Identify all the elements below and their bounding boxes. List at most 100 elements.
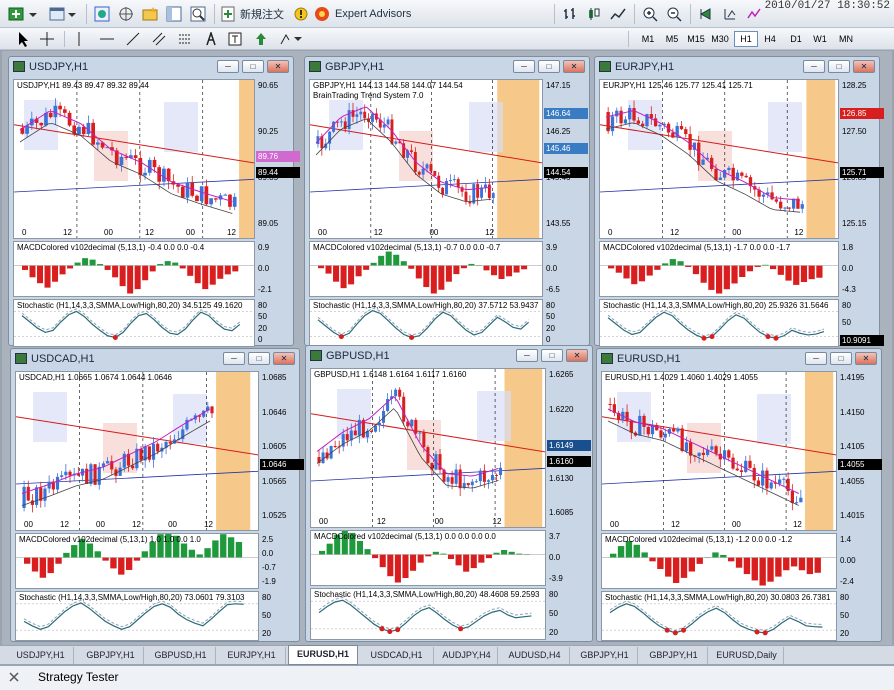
candle-body (697, 452, 701, 457)
auto-scroll-button[interactable] (696, 4, 716, 24)
stochastic-pane[interactable]: Stochastic (H1,14,3,3,SMMA,Low/High,80,2… (599, 299, 839, 347)
minimize-button[interactable]: ─ (513, 60, 535, 73)
stochastic-pane[interactable]: Stochastic (H1,14,3,3,SMMA,Low/High,80,2… (15, 591, 259, 641)
tab-usdjpy-h1[interactable]: USDJPY,H1 (8, 647, 74, 664)
stochastic-pane[interactable]: Stochastic (H1,14,3,3,SMMA,Low/High,80,2… (310, 588, 546, 640)
macd-bar (29, 265, 36, 278)
macd-pane[interactable]: MACDColored v102decimal (5,13,1) -0.7 0.… (309, 241, 543, 297)
timeframe-d1-button[interactable]: D1 (784, 31, 808, 47)
vertical-line-button[interactable] (70, 29, 88, 49)
macd-pane[interactable]: MACDColored v102decimal (5,13,1) -1.7 0.… (599, 241, 839, 297)
tab-audusd-h4[interactable]: AUDUSD,H4 (500, 647, 570, 664)
minimize-button[interactable]: ─ (805, 352, 827, 365)
timeframe-w1-button[interactable]: W1 (808, 31, 832, 47)
tab-eurjpy-h1[interactable]: EURJPY,H1 (218, 647, 286, 664)
timeframe-m1-button[interactable]: M1 (636, 31, 660, 47)
chart-window-gbpjpy-h1[interactable]: GBPJPY,H1 ─ □ ✕ GBPJPY,H1 144.13 144.58 144.… (304, 56, 590, 347)
bar-chart-button[interactable] (560, 4, 580, 24)
arrows-button[interactable] (252, 29, 270, 49)
tab-eurusd-daily[interactable]: EURUSD,Daily (710, 647, 784, 664)
line-chart-button[interactable] (608, 4, 628, 24)
timeframe-m15-button[interactable]: M15 (684, 31, 708, 47)
label-button[interactable] (226, 29, 244, 49)
tester-button[interactable] (188, 4, 208, 24)
chart-window-gbpusd-h1[interactable]: GBPUSD,H1 ─ □ ✕ GBPUSD,H1 1.6148 1.6164 1.61… (305, 345, 593, 642)
zoom-in-button[interactable] (640, 4, 660, 24)
tab-gbpjpy-h1[interactable]: GBPJPY,H1 (78, 647, 144, 664)
new-order-button[interactable]: 新規注文 (220, 4, 288, 24)
chart-shift-button[interactable] (720, 4, 740, 24)
maximize-button[interactable]: □ (828, 60, 850, 73)
price-pane[interactable]: EURJPY,H1 125.46 125.77 125.41 125.71 0 12… (599, 79, 839, 239)
stochastic-main-line (607, 311, 825, 339)
close-window-button[interactable]: ✕ (563, 60, 585, 73)
tab-usdcad-h1[interactable]: USDCAD,H1 (360, 647, 434, 664)
chart-window-usdjpy-h1[interactable]: USDJPY,H1 ─ □ ✕ USDJPY,H1 89.43 89.47 89.32 … (8, 56, 300, 347)
stochastic-pane[interactable]: Stochastic (H1,14,3,3,SMMA,Low/High,80,2… (13, 299, 255, 347)
tab-gbpusd-h1[interactable]: GBPUSD,H1 (146, 647, 216, 664)
timeframe-m5-button[interactable]: M5 (660, 31, 684, 47)
close-window-button[interactable]: ✕ (853, 60, 875, 73)
line-chart-icon (610, 8, 626, 20)
indicators-button[interactable] (744, 4, 764, 24)
fibonacci-button[interactable] (176, 29, 194, 49)
close-window-button[interactable]: ✕ (273, 352, 295, 365)
favorites-button[interactable] (140, 4, 160, 24)
minimize-button[interactable]: ─ (803, 60, 825, 73)
maximize-button[interactable]: □ (242, 60, 264, 73)
macd-pane[interactable]: MACDColored v102decimal (5,13,1) -1.2 0.… (601, 533, 837, 589)
minimize-button[interactable]: ─ (516, 349, 538, 362)
maximize-button[interactable]: □ (830, 352, 852, 365)
timeframe-h1-button[interactable]: H1 (734, 31, 758, 47)
trendline-button[interactable] (124, 29, 142, 49)
timeframe-h4-button[interactable]: H4 (758, 31, 782, 47)
close-window-button[interactable]: ✕ (267, 60, 289, 73)
alert-button[interactable] (292, 4, 310, 24)
profiles-button[interactable] (48, 4, 78, 24)
tester-toggle-button[interactable] (6, 669, 24, 687)
zoom-out-button[interactable] (664, 4, 684, 24)
macd-bar (712, 552, 719, 558)
maximize-button[interactable]: □ (538, 60, 560, 73)
maximize-button[interactable]: □ (541, 349, 563, 362)
price-pane[interactable]: GBPUSD,H1 1.6148 1.6164 1.6117 1.6160 00 1… (310, 368, 546, 528)
minimize-button[interactable]: ─ (223, 352, 245, 365)
strategy-tester-label[interactable]: Strategy Tester (38, 670, 118, 684)
tab-gbpjpy-h1[interactable]: GBPJPY,H1 (640, 647, 708, 664)
crosshair-nav-button[interactable] (116, 4, 136, 24)
new-chart-button[interactable] (6, 4, 40, 24)
chart-window-usdcad-h1[interactable]: USDCAD,H1 ─ □ ✕ USDCAD,H1 1.0665 1.0674 1.06… (10, 348, 304, 642)
chart-window-eurjpy-h1[interactable]: EURJPY,H1 ─ □ ✕ EURJPY,H1 125.46 125.77 125.… (594, 56, 884, 347)
cursor-button[interactable] (14, 29, 32, 49)
horizontal-line-button[interactable] (98, 29, 116, 49)
timeframe-mn-button[interactable]: MN (834, 31, 858, 47)
close-window-button[interactable]: ✕ (855, 352, 877, 365)
minimize-button[interactable]: ─ (217, 60, 239, 73)
macd-pane[interactable]: MACDColored v102decimal (5,13,1) -0.4 0.… (13, 241, 255, 297)
minimize-icon: ─ (521, 62, 527, 71)
tab-audjpy-h4[interactable]: AUDJPY,H4 (436, 647, 498, 664)
price-pane[interactable]: USDCAD,H1 1.0665 1.0674 1.0644 1.0646 00 1… (15, 371, 259, 531)
macd-pane[interactable]: MACDColored v102decimal (5,13,1) 0.0 0.0… (310, 530, 546, 586)
expert-advisors-button[interactable]: Expert Advisors (314, 4, 420, 24)
stochastic-pane[interactable]: Stochastic (H1,14,3,3,SMMA,Low/High,80,2… (601, 591, 837, 641)
price-pane[interactable]: EURUSD,H1 1.4029 1.4060 1.4029 1.4055 00 1… (601, 371, 837, 531)
macd-pane[interactable]: MACDColored v102decimal (5,13,1) 1.0 1.0… (15, 533, 259, 589)
price-pane[interactable]: GBPJPY,H1 144.13 144.58 144.07 144.54 Bra… (309, 79, 543, 239)
shapes-dropdown-button[interactable] (278, 29, 304, 49)
stochastic-pane[interactable]: Stochastic (H1,14,3,3,SMMA,Low/High,80,2… (309, 299, 543, 347)
candle-chart-button[interactable] (584, 4, 604, 24)
text-button[interactable] (202, 29, 220, 49)
close-window-button[interactable]: ✕ (566, 349, 588, 362)
macd-bar (59, 265, 66, 275)
chart-window-eurusd-h1[interactable]: EURUSD,H1 ─ □ ✕ EURUSD,H1 1.4029 1.4060 1.40… (596, 348, 882, 642)
price-pane[interactable]: USDJPY,H1 89.43 89.47 89.32 89.44 0 12 00 12… (13, 79, 255, 239)
channel-button[interactable] (150, 29, 168, 49)
terminal-button[interactable] (164, 4, 184, 24)
crosshair-button[interactable] (38, 29, 56, 49)
market-watch-button[interactable] (92, 4, 112, 24)
tab-gbpjpy-h1[interactable]: GBPJPY,H1 (572, 647, 638, 664)
maximize-button[interactable]: □ (248, 352, 270, 365)
tab-eurusd-h1[interactable]: EURUSD,H1 (288, 645, 358, 665)
timeframe-m30-button[interactable]: M30 (708, 31, 732, 47)
